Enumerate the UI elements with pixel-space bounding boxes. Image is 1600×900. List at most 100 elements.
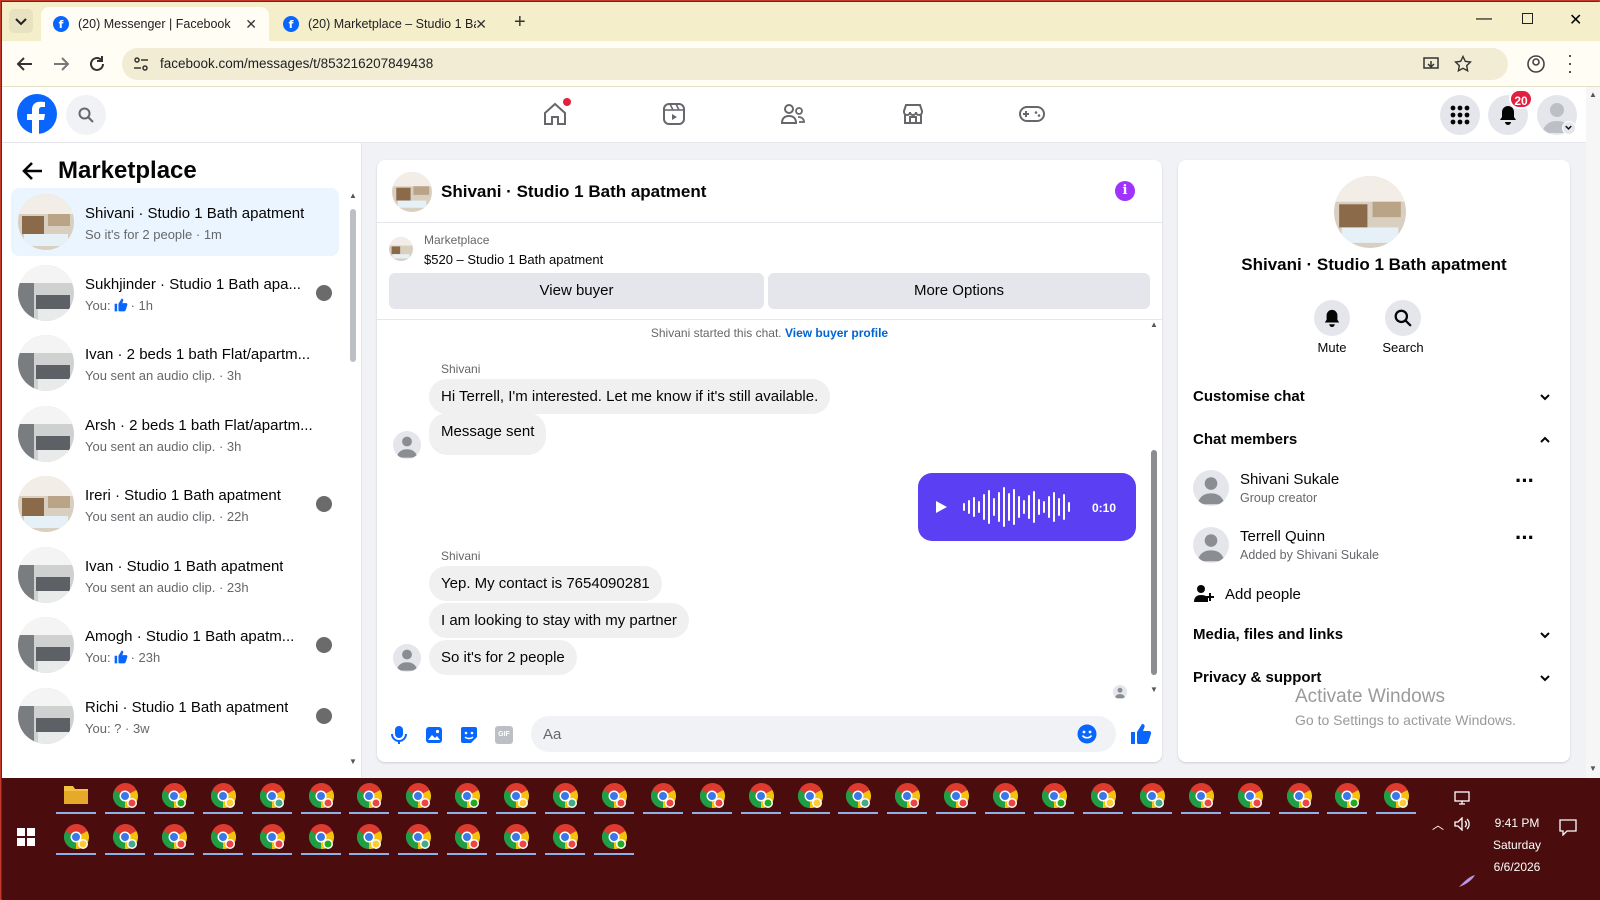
chat-members-row[interactable]: Chat members [1178, 425, 1570, 455]
message-bubble[interactable]: Yep. My contact is 7654090281 [429, 566, 662, 601]
chrome-profile-icon[interactable] [454, 783, 484, 813]
conversation-item[interactable]: Shivani · Studio 1 Bath apatment So it's … [11, 188, 339, 256]
media-row[interactable]: Media, files and links [1178, 620, 1570, 650]
member-row[interactable]: Shivani Sukale Group creator ··· [1178, 465, 1570, 513]
chrome-profile-icon[interactable] [601, 783, 631, 813]
chrome-profile-icon[interactable] [1383, 783, 1413, 813]
chrome-profile-icon[interactable] [503, 783, 533, 813]
chrome-profile-icon[interactable] [63, 824, 93, 854]
close-tab-icon[interactable]: ✕ [475, 16, 487, 33]
account-chevron-icon[interactable] [1562, 121, 1576, 135]
conversation-item[interactable]: Amogh · Studio 1 Bath apatm... You: · 23h [11, 611, 339, 679]
profile-icon[interactable] [1526, 54, 1546, 74]
info-avatar[interactable] [1334, 176, 1406, 248]
conversation-item[interactable]: Ireri · Studio 1 Bath apatment You sent a… [11, 470, 339, 538]
member-options-icon[interactable]: ··· [1515, 470, 1535, 492]
info-button[interactable]: i [1115, 181, 1135, 201]
member-row[interactable]: Terrell Quinn Added by Shivani Sukale ··· [1178, 522, 1570, 570]
conversation-item[interactable]: Richi · Studio 1 Bath apatment You: ? · 3… [11, 682, 339, 750]
conversation-item[interactable]: Arsh · 2 beds 1 bath Flat/apartm... You s… [11, 400, 339, 468]
message-bubble[interactable]: Hi Terrell, I'm interested. Let me know … [429, 379, 831, 414]
install-app-icon[interactable] [1422, 55, 1440, 73]
view-buyer-profile-link[interactable]: View buyer profile [785, 326, 888, 340]
tab-marketplace[interactable]: f (20) Marketplace – Studio 1 Bath ✕ [271, 7, 499, 41]
like-thumb-icon[interactable] [1130, 723, 1152, 745]
chrome-profile-icon[interactable] [552, 783, 582, 813]
chrome-profile-icon[interactable] [943, 783, 973, 813]
tab-search-button[interactable] [9, 9, 33, 33]
message-bubble[interactable]: Message sent [429, 413, 547, 455]
chrome-profile-icon[interactable] [356, 824, 386, 854]
address-bar[interactable]: facebook.com/messages/t/853216207849438 [122, 48, 1508, 80]
nav-home[interactable] [542, 98, 571, 127]
emoji-icon[interactable] [1077, 724, 1097, 744]
chrome-profile-icon[interactable] [259, 824, 289, 854]
more-options-button[interactable]: More Options [768, 273, 1150, 309]
chrome-profile-icon[interactable] [161, 824, 191, 854]
video-icon[interactable] [662, 102, 686, 126]
message-bubble[interactable]: So it's for 2 people [429, 640, 577, 675]
volume-icon[interactable] [1454, 817, 1472, 831]
view-buyer-button[interactable]: View buyer [389, 273, 764, 309]
tray-chevron-icon[interactable]: ︿ [1432, 816, 1444, 833]
chrome-profile-icon[interactable] [1237, 783, 1267, 813]
chrome-profile-icon[interactable] [356, 783, 386, 813]
chat-avatar[interactable] [392, 172, 432, 212]
listing-title[interactable]: $520 – Studio 1 Bath apatment [424, 252, 603, 267]
chrome-profile-icon[interactable] [552, 824, 582, 854]
mute-button[interactable] [1314, 300, 1350, 336]
gaming-icon[interactable] [1019, 103, 1045, 125]
back-icon[interactable] [16, 55, 34, 73]
tab-messenger[interactable]: f (20) Messenger | Facebook ✕ [41, 7, 269, 41]
chrome-profile-icon[interactable] [650, 783, 680, 813]
play-icon[interactable] [934, 500, 948, 514]
restore-button[interactable] [1522, 13, 1533, 24]
listing-thumbnail[interactable] [389, 237, 413, 261]
minimize-button[interactable]: — [1476, 10, 1492, 28]
audio-message[interactable]: 0:10 [918, 473, 1136, 541]
chrome-profile-icon[interactable] [210, 824, 240, 854]
chrome-profile-icon[interactable] [405, 783, 435, 813]
clock-date[interactable]: 6/6/2026 [1477, 860, 1557, 874]
chrome-profile-icon[interactable] [161, 783, 191, 813]
conversation-item[interactable]: Ivan · 2 beds 1 bath Flat/apartm... You s… [11, 329, 339, 397]
chrome-profile-icon[interactable] [210, 783, 240, 813]
back-arrow-icon[interactable] [22, 161, 44, 181]
add-people-row[interactable]: Add people [1178, 578, 1570, 608]
reload-icon[interactable] [88, 55, 106, 73]
chrome-profile-icon[interactable] [699, 783, 729, 813]
chrome-profile-icon[interactable] [308, 783, 338, 813]
site-settings-icon[interactable] [133, 56, 149, 72]
chrome-profile-icon[interactable] [1188, 783, 1218, 813]
chrome-profile-icon[interactable] [503, 824, 533, 854]
search-button[interactable] [66, 95, 106, 135]
new-tab-button[interactable]: + [514, 11, 526, 34]
chrome-profile-icon[interactable] [308, 824, 338, 854]
conversation-item[interactable]: Ivan · Studio 1 Bath apatment You sent an… [11, 541, 339, 609]
close-tab-icon[interactable]: ✕ [245, 16, 257, 33]
chrome-profile-icon[interactable] [992, 783, 1022, 813]
close-window-button[interactable]: ✕ [1569, 10, 1582, 30]
chrome-profile-icon[interactable] [1286, 783, 1316, 813]
browser-menu-icon[interactable]: · · · [1567, 46, 1573, 80]
chrome-profile-icon[interactable] [1334, 783, 1364, 813]
chrome-profile-icon[interactable] [454, 824, 484, 854]
chrome-profile-icon[interactable] [601, 824, 631, 854]
chrome-profile-icon[interactable] [112, 783, 142, 813]
clock-day[interactable]: Saturday [1477, 838, 1557, 852]
message-input[interactable]: Aa [531, 716, 1116, 752]
sidebar-scrollbar[interactable]: ▲ ▼ [348, 191, 358, 771]
search-chat-button[interactable] [1385, 300, 1421, 336]
chrome-profile-icon[interactable] [1090, 783, 1120, 813]
forward-icon[interactable] [52, 55, 70, 73]
conversation-item[interactable]: Sukhjinder · Studio 1 Bath apa... You: · 1… [11, 259, 339, 327]
chrome-profile-icon[interactable] [797, 783, 827, 813]
gif-icon[interactable]: GIF [495, 726, 513, 744]
windows-start-icon[interactable] [17, 828, 35, 846]
facebook-logo-icon[interactable] [17, 94, 57, 134]
customise-chat-row[interactable]: Customise chat [1178, 382, 1570, 412]
page-scrollbar[interactable]: ▲ ▼ [1586, 87, 1600, 778]
chrome-profile-icon[interactable] [259, 783, 289, 813]
chrome-profile-icon[interactable] [748, 783, 778, 813]
marketplace-icon[interactable] [901, 102, 925, 126]
